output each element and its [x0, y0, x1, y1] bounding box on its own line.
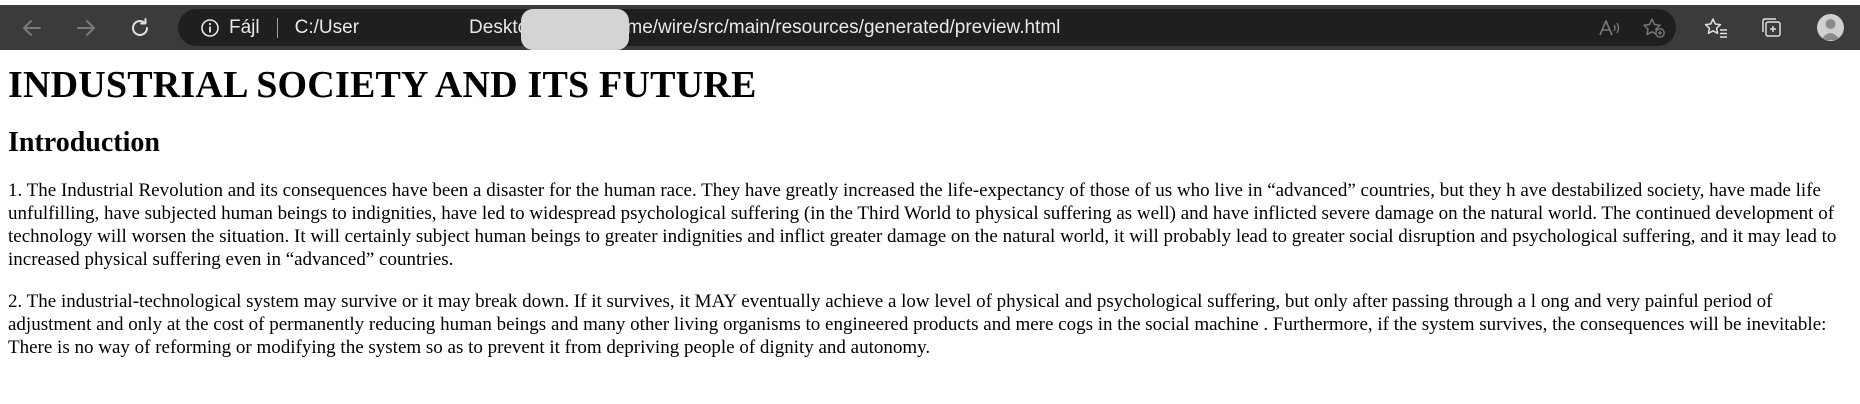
- add-favorite-button[interactable]: [1632, 17, 1676, 39]
- profile-button[interactable]: [1800, 14, 1860, 41]
- info-icon: [201, 18, 219, 37]
- forward-arrow-icon: [77, 19, 95, 36]
- paragraph-2: 2. The industrial-technological system m…: [8, 291, 1827, 358]
- forward-button[interactable]: [59, 5, 113, 50]
- site-info-label: Fájl: [229, 16, 260, 38]
- address-bar[interactable]: Fájl C:/User Desktop/projects/bme/wire/sr…: [178, 9, 1676, 50]
- address-bar-actions: [1588, 9, 1676, 46]
- back-button[interactable]: [5, 5, 59, 50]
- document-title: INDUSTRIAL SOCIETY AND ITS FUTURE: [8, 64, 757, 106]
- read-aloud-button[interactable]: [1588, 18, 1632, 38]
- profile-avatar-icon: [1816, 14, 1844, 41]
- page-content: INDUSTRIAL SOCIETY AND ITS FUTURE Introd…: [0, 50, 1860, 359]
- section-heading: Introduction: [8, 127, 160, 158]
- url-prefix: C:/User: [294, 16, 360, 38]
- favorites-button[interactable]: [1688, 17, 1744, 39]
- url-text[interactable]: C:/User Desktop/projects/bme/wire/src/mai…: [295, 17, 1061, 39]
- browser-toolbar: Fájl C:/User Desktop/projects/bme/wire/sr…: [0, 5, 1860, 50]
- collections-button[interactable]: [1744, 17, 1800, 39]
- toolbar-right-actions: [1688, 5, 1860, 50]
- site-info-button[interactable]: Fájl: [200, 17, 260, 39]
- address-separator: [276, 17, 278, 38]
- reload-button[interactable]: [113, 5, 167, 50]
- add-favorite-icon: [1643, 17, 1665, 38]
- collections-icon: [1762, 17, 1781, 37]
- back-arrow-icon: [23, 19, 41, 36]
- redaction-box: [521, 9, 629, 50]
- reload-icon: [132, 17, 148, 36]
- favorites-icon: [1704, 17, 1727, 38]
- read-aloud-icon: [1599, 19, 1620, 35]
- paragraph-1: 1. The Industrial Revolution and its con…: [8, 180, 1837, 270]
